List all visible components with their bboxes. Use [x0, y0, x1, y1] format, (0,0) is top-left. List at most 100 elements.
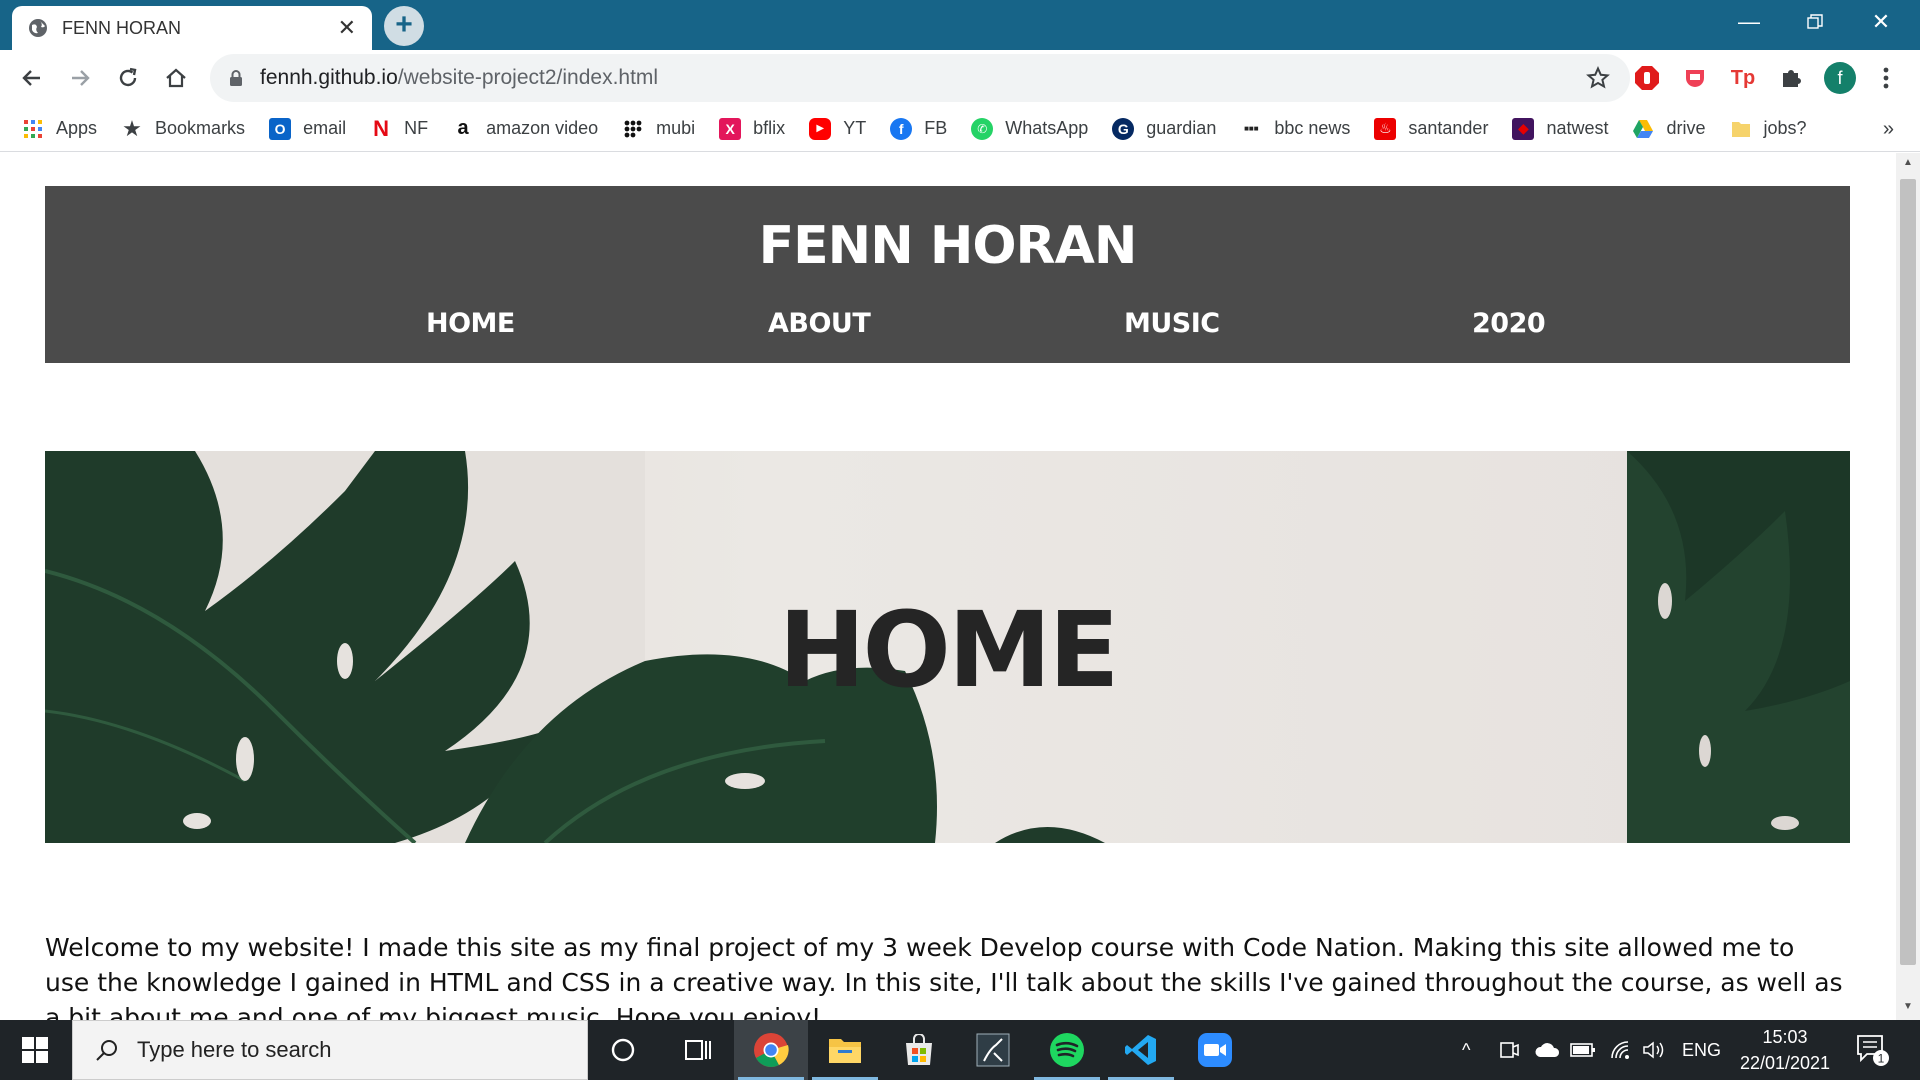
- page-scrollbar[interactable]: ▲ ▼: [1896, 153, 1920, 1020]
- star-icon: ★: [122, 115, 142, 141]
- meet-now-icon[interactable]: [1498, 1020, 1520, 1080]
- bookmark-yt[interactable]: ▶ YT: [809, 117, 867, 140]
- url-path: /website-project2/index.html: [397, 66, 659, 89]
- bookmark-santander[interactable]: ♨ santander: [1374, 117, 1489, 140]
- bookmark-guardian[interactable]: Gguardian: [1112, 117, 1216, 140]
- battery-icon[interactable]: [1570, 1020, 1596, 1080]
- browser-tab[interactable]: FENN HORAN ✕: [12, 6, 372, 50]
- bookmarks-bar: Apps ★ Bookmarks Oemail N NF a amazon video…: [0, 106, 1920, 152]
- tab-strip: FENN HORAN ✕ + — ✕: [0, 0, 1920, 50]
- search-icon: [96, 1040, 117, 1061]
- volume-icon[interactable]: [1642, 1020, 1666, 1080]
- bookmark-label: FB: [924, 118, 948, 138]
- santander-icon: ♨: [1374, 117, 1397, 140]
- close-window-icon[interactable]: ✕: [1848, 0, 1914, 44]
- hero-banner: HOME: [45, 451, 1850, 843]
- show-hidden-icons-chevron[interactable]: ^: [1462, 1020, 1470, 1080]
- outlook-icon: O: [269, 117, 292, 140]
- cortana-icon[interactable]: [586, 1020, 660, 1080]
- input-language-indicator[interactable]: ENG: [1682, 1020, 1721, 1080]
- bookmark-label: mubi: [656, 118, 696, 138]
- search-placeholder: Type here to search: [137, 1037, 332, 1062]
- bookmark-star-icon[interactable]: [1586, 66, 1610, 95]
- bookmark-bbc-news[interactable]: ■■■ bbc news: [1240, 118, 1350, 140]
- bookmark-natwest[interactable]: ◆ natwest: [1512, 117, 1609, 140]
- whatsapp-icon: ✆: [971, 117, 994, 140]
- tab-title: FENN HORAN: [62, 17, 182, 38]
- bookmark-label: NF: [404, 118, 429, 138]
- tab-close-icon[interactable]: ✕: [338, 17, 356, 39]
- natwest-icon: ◆: [1512, 117, 1535, 140]
- clock-date: 22/01/2021: [1739, 1053, 1831, 1073]
- bookmark-label: Bookmarks: [155, 118, 246, 138]
- nav-link-about[interactable]: ABOUT: [768, 308, 871, 339]
- microsoft-store-icon[interactable]: [882, 1020, 956, 1080]
- globe-icon: [29, 19, 47, 37]
- nav-link-music[interactable]: MUSIC: [1124, 308, 1220, 339]
- bookmark-jobs-folder[interactable]: jobs?: [1730, 118, 1807, 140]
- windows-start-icon[interactable]: [0, 1020, 70, 1080]
- bookmark-label: natwest: [1546, 118, 1609, 138]
- pocket-extension-icon[interactable]: [1681, 64, 1709, 92]
- bookmark-whatsapp[interactable]: ✆ WhatsApp: [971, 117, 1089, 140]
- chrome-taskbar-icon[interactable]: [734, 1020, 808, 1080]
- amazon-icon: a: [457, 117, 469, 139]
- bookmark-label: YT: [843, 118, 867, 138]
- bookmark-email[interactable]: Oemail: [269, 117, 347, 140]
- file-explorer-icon[interactable]: [808, 1020, 882, 1080]
- bookmark-label: Apps: [56, 118, 98, 138]
- action-center-icon[interactable]: 1: [1855, 1032, 1891, 1073]
- system-clock[interactable]: 15:03 22/01/2021: [1730, 1024, 1840, 1076]
- onedrive-cloud-icon[interactable]: [1534, 1020, 1560, 1080]
- task-view-icon[interactable]: [660, 1020, 734, 1080]
- page-viewport: FENN HORAN HOME ABOUT MUSIC 2020 HOME We…: [0, 153, 1896, 1020]
- folder-icon: [1730, 118, 1752, 140]
- mubi-icon: [622, 118, 644, 140]
- netflix-icon: N: [373, 115, 390, 141]
- adblock-extension-icon[interactable]: [1633, 64, 1661, 92]
- site-title: FENN HORAN: [758, 216, 1138, 276]
- reload-icon[interactable]: [112, 62, 144, 94]
- bookmark-label: jobs?: [1763, 118, 1807, 138]
- bookmark-label: amazon video: [486, 118, 599, 138]
- new-tab-button[interactable]: +: [384, 6, 424, 46]
- restore-icon[interactable]: [1782, 0, 1848, 44]
- back-arrow-icon[interactable]: [16, 62, 48, 94]
- spotify-icon[interactable]: [1030, 1020, 1104, 1080]
- nav-link-home[interactable]: HOME: [426, 308, 515, 339]
- taskbar-search[interactable]: Type here to search: [72, 1020, 588, 1080]
- address-bar[interactable]: fennh.github.io/website-project2/index.h…: [210, 54, 1630, 102]
- minimize-icon[interactable]: —: [1716, 0, 1782, 44]
- bookmark-label: WhatsApp: [1005, 118, 1089, 138]
- bookmark-fb[interactable]: f FB: [890, 117, 948, 140]
- home-icon[interactable]: [160, 62, 192, 94]
- forward-arrow-icon[interactable]: [64, 62, 96, 94]
- bookmark-label: bbc news: [1274, 118, 1351, 138]
- zoom-icon[interactable]: [1178, 1020, 1252, 1080]
- bflix-icon: X: [719, 117, 742, 140]
- vscode-icon[interactable]: [1104, 1020, 1178, 1080]
- bookmark-mubi[interactable]: mubi: [622, 118, 695, 140]
- extensions-puzzle-icon[interactable]: [1777, 64, 1805, 92]
- wifi-icon[interactable]: [1610, 1020, 1632, 1080]
- bookmark-drive[interactable]: drive: [1632, 118, 1706, 140]
- youtube-icon: ▶: [809, 117, 832, 140]
- clock-time: 15:03: [1762, 1027, 1808, 1047]
- bookmark-apps[interactable]: Apps: [22, 118, 97, 140]
- tp-extension-icon[interactable]: Tp: [1729, 64, 1757, 92]
- bookmark-label: email: [303, 118, 347, 138]
- bookmark-nf[interactable]: N NF: [370, 115, 429, 141]
- more-bookmarks-chevron-icon[interactable]: »: [1883, 118, 1894, 141]
- bookmark-label: santander: [1408, 118, 1489, 138]
- bookmark-bflix[interactable]: Xbflix: [719, 117, 785, 140]
- scroll-down-arrow-icon[interactable]: ▼: [1896, 1001, 1920, 1012]
- kebab-menu-icon[interactable]: [1872, 64, 1900, 92]
- bookmark-amazon-video[interactable]: a amazon video: [452, 117, 599, 140]
- scroll-up-arrow-icon[interactable]: ▲: [1896, 157, 1920, 168]
- nav-link-2020[interactable]: 2020: [1472, 308, 1546, 339]
- intro-paragraph: Welcome to my website! I made this site …: [45, 933, 1843, 1020]
- bookmark-bookmarks[interactable]: ★ Bookmarks: [121, 115, 246, 141]
- profile-avatar[interactable]: f: [1824, 62, 1856, 94]
- scrollbar-thumb[interactable]: [1900, 179, 1916, 965]
- kindle-icon[interactable]: [956, 1020, 1030, 1080]
